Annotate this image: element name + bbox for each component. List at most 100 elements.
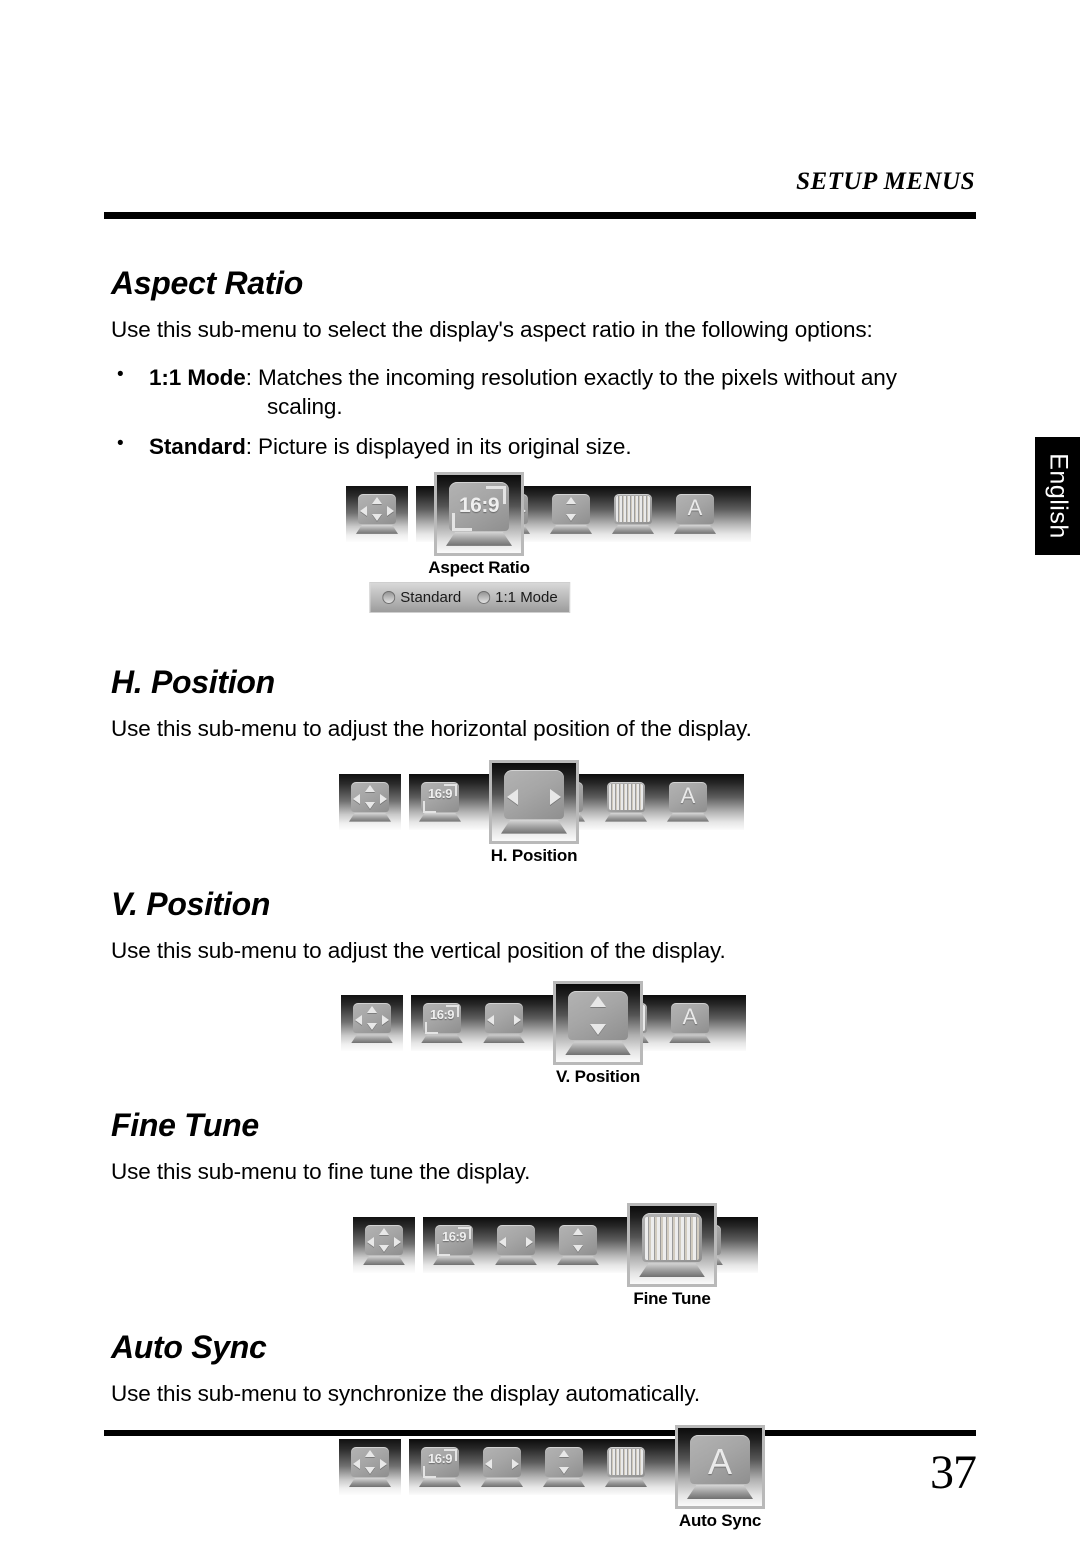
radio-dot-icon xyxy=(477,590,491,604)
bullet-text: Picture is displayed in its original siz… xyxy=(258,434,632,460)
arrow-up-icon xyxy=(367,1006,377,1014)
auto-sync-letter: A xyxy=(687,494,703,520)
osd-selected-v-position[interactable] xyxy=(553,981,643,1066)
section-fine-tune: Fine Tune Use this sub-menu to fine tune… xyxy=(111,1107,981,1329)
section-title: Fine Tune xyxy=(111,1107,259,1144)
position-all-icon[interactable] xyxy=(339,1439,401,1496)
arrow-left-icon xyxy=(355,1015,362,1026)
arrow-left-icon xyxy=(507,788,518,805)
arrow-right-icon xyxy=(514,1015,521,1026)
arrow-down-icon xyxy=(566,513,576,521)
aspect-ratio-label: 16:9 xyxy=(429,1007,455,1023)
aspect-ratio-label: 16:9 xyxy=(427,1451,453,1467)
v-position-icon[interactable] xyxy=(540,486,602,542)
bullet-continuation: scaling. xyxy=(267,394,343,420)
osd-caption: V. Position xyxy=(555,1067,641,1087)
bullet-text: Matches the incoming resolution exactly … xyxy=(258,364,897,390)
auto-sync-letter: A xyxy=(707,1441,732,1483)
bracket-bottom-left-icon xyxy=(423,800,436,813)
arrow-down-icon xyxy=(573,1245,583,1253)
arrow-up-icon xyxy=(566,496,576,504)
osd-selected-h-position[interactable] xyxy=(489,759,579,844)
arrow-right-icon xyxy=(512,1459,519,1470)
h-position-icon[interactable] xyxy=(471,1439,533,1495)
page-content: Aspect Ratio Use this sub-menu to select… xyxy=(111,265,981,1551)
arrow-up-icon xyxy=(559,1450,569,1458)
arrow-right-icon xyxy=(380,793,387,804)
v-position-icon[interactable] xyxy=(547,1217,609,1273)
osd-figure-auto-sync: 16:9 A Auto Sync xyxy=(111,1425,981,1551)
section-h-position: H. Position Use this sub-menu to adjust … xyxy=(111,664,981,886)
radio-label: 1:1 Mode xyxy=(495,588,558,606)
arrow-right-icon xyxy=(382,1015,389,1026)
page-number: 37 xyxy=(930,1446,977,1499)
osd-figure-v-position: 16:9 A V. Position xyxy=(111,981,981,1107)
auto-sync-letter: A xyxy=(682,1004,698,1030)
v-position-icon[interactable] xyxy=(533,1439,595,1495)
position-all-icon[interactable] xyxy=(339,773,401,830)
arrow-down-icon xyxy=(590,1024,606,1036)
position-all-icon[interactable] xyxy=(341,995,403,1052)
section-body: Use this sub-menu to adjust the horizont… xyxy=(111,715,752,741)
arrow-left-icon xyxy=(487,1015,494,1026)
osd-figure-aspect-ratio: A 16:9 Aspect Ratio Standard 1:1 Mode xyxy=(111,471,981,624)
arrow-up-icon xyxy=(365,1450,375,1458)
h-position-icon[interactable] xyxy=(485,1217,547,1273)
arrow-up-icon xyxy=(590,996,606,1008)
arrow-right-icon xyxy=(387,505,394,516)
osd-selected-fine-tune[interactable] xyxy=(627,1203,717,1288)
section-body: Use this sub-menu to select the display'… xyxy=(111,317,873,342)
section-title: V. Position xyxy=(111,885,271,922)
fine-tune-icon[interactable] xyxy=(595,774,657,830)
bracket-bottom-left-icon xyxy=(437,1244,450,1257)
arrow-up-icon xyxy=(372,496,382,504)
aspect-ratio-radio-panel[interactable]: Standard 1:1 Mode xyxy=(369,581,571,613)
bullet-sep: : xyxy=(245,434,259,460)
bullet-term: Standard xyxy=(149,434,246,460)
osd-selected-aspect-ratio[interactable]: 16:9 xyxy=(434,471,524,556)
arrow-right-icon xyxy=(550,788,561,805)
aspect-ratio-icon[interactable]: 16:9 xyxy=(423,1217,485,1273)
bullet-list: 1:1 Mode: Matches the incoming resolutio… xyxy=(111,362,981,462)
aspect-ratio-icon[interactable]: 16:9 xyxy=(409,1439,471,1495)
arrow-up-icon xyxy=(573,1228,583,1236)
arrow-up-icon xyxy=(379,1228,389,1236)
footer-rule xyxy=(104,1430,976,1436)
list-item: 1:1 Mode: Matches the incoming resolutio… xyxy=(111,362,981,422)
fine-tune-icon[interactable] xyxy=(602,486,664,542)
arrow-left-icon xyxy=(353,793,360,804)
section-title: H. Position xyxy=(111,663,275,700)
aspect-ratio-icon[interactable]: 16:9 xyxy=(411,995,473,1051)
position-all-icon[interactable] xyxy=(353,1217,415,1274)
aspect-ratio-label: 16:9 xyxy=(427,785,453,801)
position-all-icon[interactable] xyxy=(346,485,408,542)
radio-dot-icon xyxy=(382,590,396,604)
arrow-left-icon xyxy=(485,1459,492,1470)
auto-sync-icon[interactable]: A xyxy=(659,995,721,1051)
arrow-right-icon xyxy=(380,1459,387,1470)
auto-sync-icon[interactable]: A xyxy=(664,486,726,542)
arrow-down-icon xyxy=(365,801,375,809)
section-aspect-ratio: Aspect Ratio Use this sub-menu to select… xyxy=(111,265,981,624)
list-item: Standard: Picture is displayed in its or… xyxy=(111,431,981,462)
bullet-term: 1:1 Mode xyxy=(149,364,246,390)
radio-option-1-1-mode[interactable]: 1:1 Mode xyxy=(477,589,558,606)
arrow-left-icon xyxy=(353,1459,360,1470)
osd-caption: Aspect Ratio xyxy=(428,557,530,577)
aspect-ratio-icon[interactable]: 16:9 xyxy=(409,774,471,830)
language-tab: English xyxy=(1035,437,1080,555)
osd-selected-auto-sync[interactable]: A xyxy=(675,1425,765,1510)
osd-figure-h-position: 16:9 A H. Position xyxy=(111,759,981,886)
bracket-bottom-left-icon xyxy=(423,1466,436,1479)
bullet-sep: : xyxy=(245,364,259,390)
h-position-icon[interactable] xyxy=(473,995,535,1051)
aspect-ratio-label: 16:9 xyxy=(458,493,500,517)
arrow-right-icon xyxy=(526,1237,533,1248)
arrow-right-icon xyxy=(394,1237,401,1248)
arrow-down-icon xyxy=(367,1023,377,1031)
auto-sync-icon[interactable]: A xyxy=(657,774,719,830)
fine-tune-icon[interactable] xyxy=(595,1439,657,1495)
section-auto-sync: Auto Sync Use this sub-menu to synchroni… xyxy=(111,1329,981,1551)
radio-option-standard[interactable]: Standard xyxy=(382,589,461,606)
osd-caption: Fine Tune xyxy=(633,1289,711,1309)
